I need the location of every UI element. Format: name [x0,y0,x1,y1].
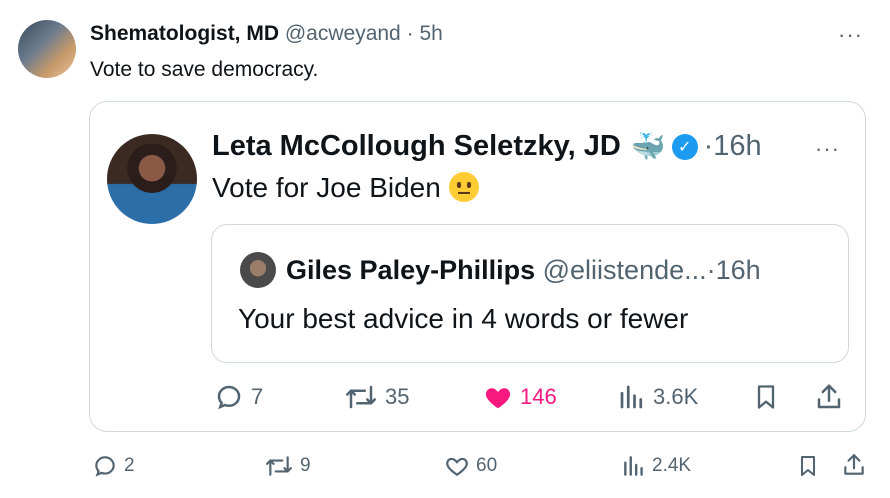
quoted-repost-count: 35 [385,384,410,409]
repost-icon [266,456,292,476]
quoted-author-name[interactable]: Leta McCollough Seletzky, JD [212,130,621,163]
views-chart-icon [620,385,643,409]
reply-icon [217,385,241,410]
nested-author-name[interactable]: Giles Paley-Phillips [286,255,535,285]
quoted-tweet-text-content: Vote for Joe Biden [212,172,441,203]
nested-tweet-time[interactable]: ·16h [707,255,761,285]
bookmark-icon [801,456,815,476]
neutral-face-emoji-icon [448,172,479,202]
reply-count: 2 [124,455,135,476]
quoted-share-button[interactable] [812,380,846,414]
quoted-views-count: 3.6K [653,384,699,409]
nested-tweet-header: Giles Paley-Phillips @eliistende...·16h [286,255,761,286]
views-button[interactable]: 2.4K [621,452,691,480]
share-button[interactable] [840,451,868,479]
quoted-reply-button[interactable]: 7 [213,380,263,414]
nested-author-avatar[interactable] [240,252,276,288]
reply-icon [95,456,115,477]
tweet-header: Shematologist, MD @acweyand · 5h [90,22,443,46]
heart-outline-icon [446,457,468,476]
author-avatar[interactable] [18,20,76,78]
tweet-time[interactable]: 5h [419,22,442,45]
bookmark-button[interactable] [794,452,822,480]
quoted-tweet-header: Leta McCollough Seletzky, JD 🐳 ✓ ·16h [212,130,762,163]
quoted-repost-button[interactable]: 35 [343,380,409,414]
views-count: 2.4K [652,455,692,476]
share-icon [844,454,864,475]
repost-count: 9 [300,455,311,476]
whale-emoji-icon: 🐳 [630,131,666,162]
nested-tweet-text: Your best advice in 4 words or fewer [238,303,689,334]
quoted-reply-count: 7 [251,384,264,409]
heart-filled-icon [485,388,511,409]
like-count: 60 [476,455,498,476]
quoted-like-count: 146 [520,384,557,409]
header-separator: · [406,22,414,45]
tweet-text: Vote to save democracy. [90,58,319,81]
author-handle[interactable]: @acweyand [285,22,401,45]
reply-button[interactable]: 2 [91,452,135,480]
views-chart-icon [624,456,643,476]
quoted-views-button[interactable]: 3.6K [617,380,698,414]
quoted-bookmark-button[interactable] [750,381,782,413]
quoted-author-avatar[interactable] [107,134,197,224]
repost-icon [346,385,376,409]
more-options-icon[interactable]: ··· [838,22,863,48]
quoted-tweet-text: Vote for Joe Biden [212,172,479,204]
author-name[interactable]: Shematologist, MD [90,22,279,45]
quoted-like-button[interactable]: 146 [482,380,557,414]
bookmark-icon [757,385,775,409]
verified-badge-icon[interactable]: ✓ [671,133,698,160]
like-button[interactable]: 60 [443,452,497,480]
nested-author-handle[interactable]: @eliistende... [543,255,707,285]
nested-quoted-tweet-card[interactable] [211,224,849,363]
quoted-more-options-icon[interactable]: ··· [815,136,840,162]
quoted-tweet-time[interactable]: ·16h [704,130,762,163]
share-icon [817,384,841,409]
repost-button[interactable]: 9 [263,452,311,480]
